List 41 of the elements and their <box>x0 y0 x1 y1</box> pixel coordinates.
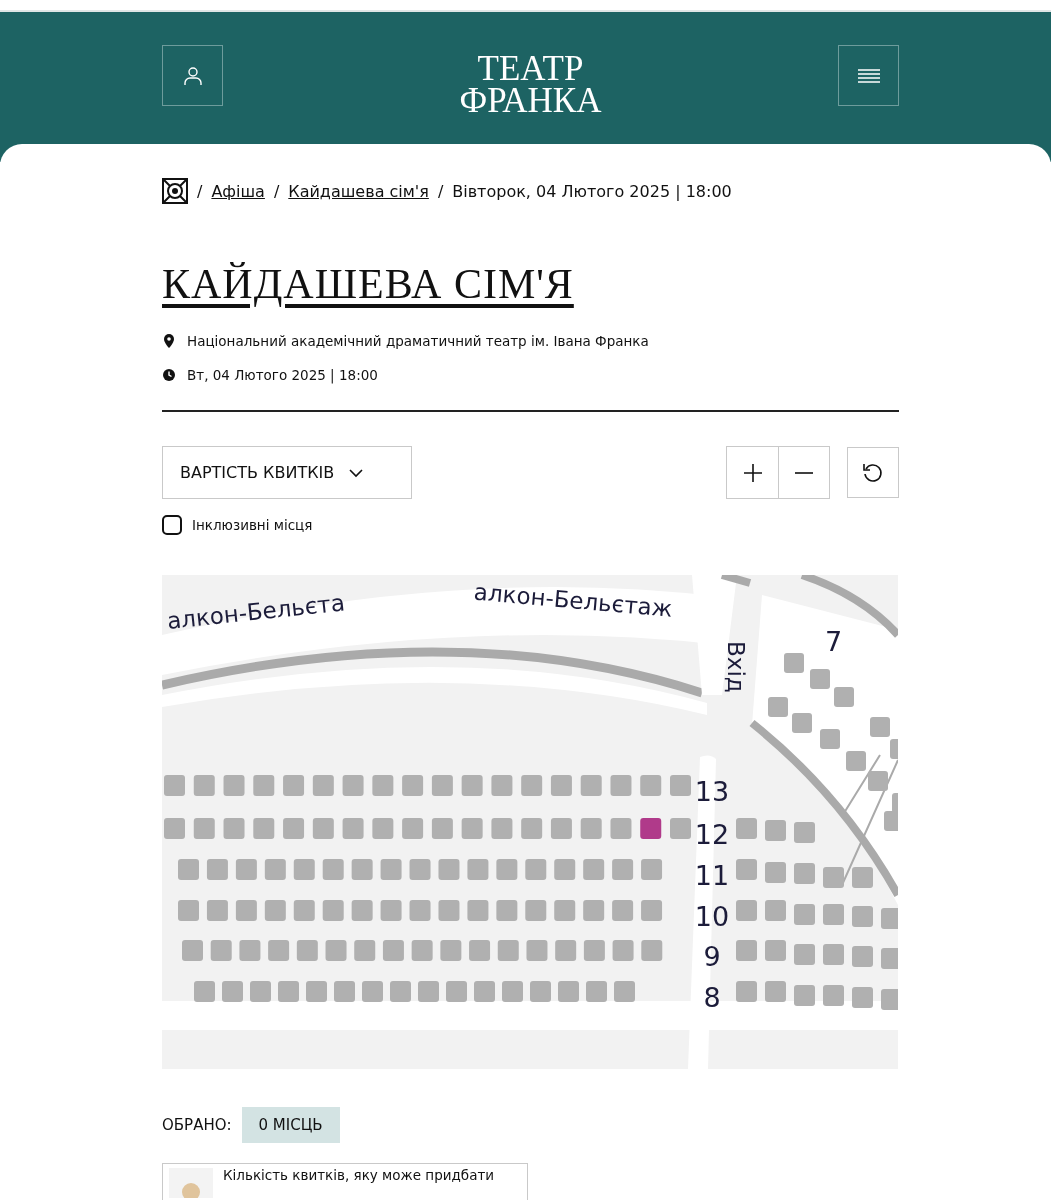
section-number: 7 <box>825 626 843 657</box>
plus-icon <box>742 462 763 483</box>
row-number: 10 <box>694 901 730 932</box>
datetime-text: Вт, 04 Лютого 2025 | 18:00 <box>187 367 378 383</box>
clock-icon <box>162 368 176 382</box>
breadcrumb-link[interactable]: Кайдашева сім'я <box>288 181 429 201</box>
selected-label: ОБРАНО: <box>162 1116 232 1134</box>
show-title: КАЙДАШЕВА СІМ'Я <box>162 260 575 308</box>
minus-icon <box>794 471 814 474</box>
breadcrumb-link[interactable]: Афіша <box>211 181 265 201</box>
logo-text[interactable]: ТЕАТР <box>477 53 584 85</box>
section-divider <box>720 575 752 587</box>
row-number: 8 <box>703 982 721 1013</box>
logo-text[interactable]: ФРАНКА <box>459 85 602 117</box>
user-icon <box>181 64 204 87</box>
breadcrumb-separator: / <box>437 181 444 201</box>
row-number: 9 <box>703 941 721 972</box>
menu-icon <box>857 67 880 84</box>
breadcrumb-separator: / <box>273 181 280 201</box>
venue-text: Національний академічний драматичний театр ім. Івана Франка <box>187 333 649 349</box>
account-button[interactable] <box>162 45 223 106</box>
checkbox-label: Інклюзивні місця <box>192 517 313 533</box>
chevron-icon <box>348 467 365 478</box>
row-number: 12 <box>694 819 730 850</box>
section-label: алкон-Бельєта <box>165 589 346 634</box>
breadcrumb-current: Вівторок, 04 Лютого 2025 | 18:00 <box>452 181 732 201</box>
row-number: 11 <box>694 860 730 891</box>
entrance-label: Вхід <box>723 641 749 693</box>
notice-text: Кількість квитків, яку може придбати <box>223 1168 495 1183</box>
row-number: 13 <box>694 776 730 807</box>
price-dropdown[interactable]: ВАРТІСТЬ КВИТКІВ <box>162 446 412 499</box>
section-label: алкон-Бельєтаж <box>472 578 674 622</box>
location-pin-icon <box>162 334 176 348</box>
home-icon[interactable] <box>162 178 188 204</box>
selected-count: 0 МІСЦЬ <box>241 1107 340 1143</box>
seat-map[interactable]: алкон-Бельєта алкон-Бельєтаж Вхід 7 13 12 11 10 9 8 <box>162 575 898 1069</box>
reset-button[interactable] <box>847 447 899 498</box>
seat[interactable] <box>640 818 662 839</box>
menu-button[interactable] <box>838 45 899 106</box>
breadcrumb-separator: / <box>197 181 203 201</box>
inclusive-checkbox[interactable] <box>162 515 182 535</box>
